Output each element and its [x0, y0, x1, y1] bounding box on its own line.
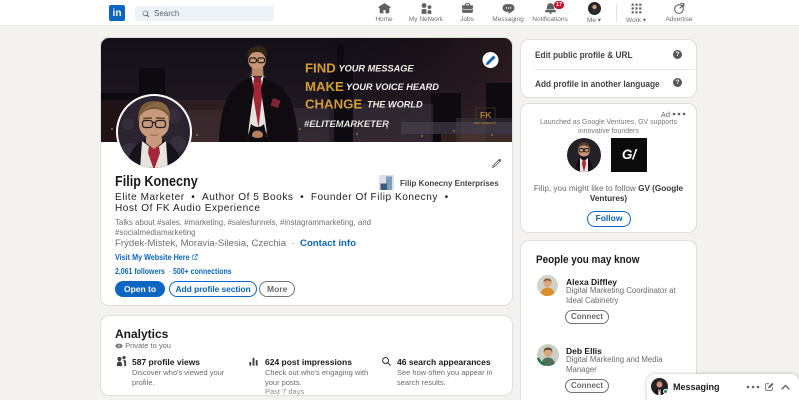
- svg-text:FK: FK: [480, 110, 492, 120]
- svg-text:FILIP KONECNY: FILIP KONECNY: [473, 121, 496, 125]
- svg-text:CHANGE: CHANGE: [305, 97, 362, 112]
- svg-text:MAKE: MAKE: [305, 79, 344, 94]
- svg-text:YOUR VOICE HEARD: YOUR VOICE HEARD: [346, 82, 439, 92]
- svg-text:#ELITEMARKETER: #ELITEMARKETER: [304, 118, 389, 129]
- svg-text:YOUR MESSAGE: YOUR MESSAGE: [339, 64, 415, 74]
- svg-text:THE WORLD: THE WORLD: [367, 100, 423, 110]
- svg-text:FIND: FIND: [305, 61, 336, 76]
